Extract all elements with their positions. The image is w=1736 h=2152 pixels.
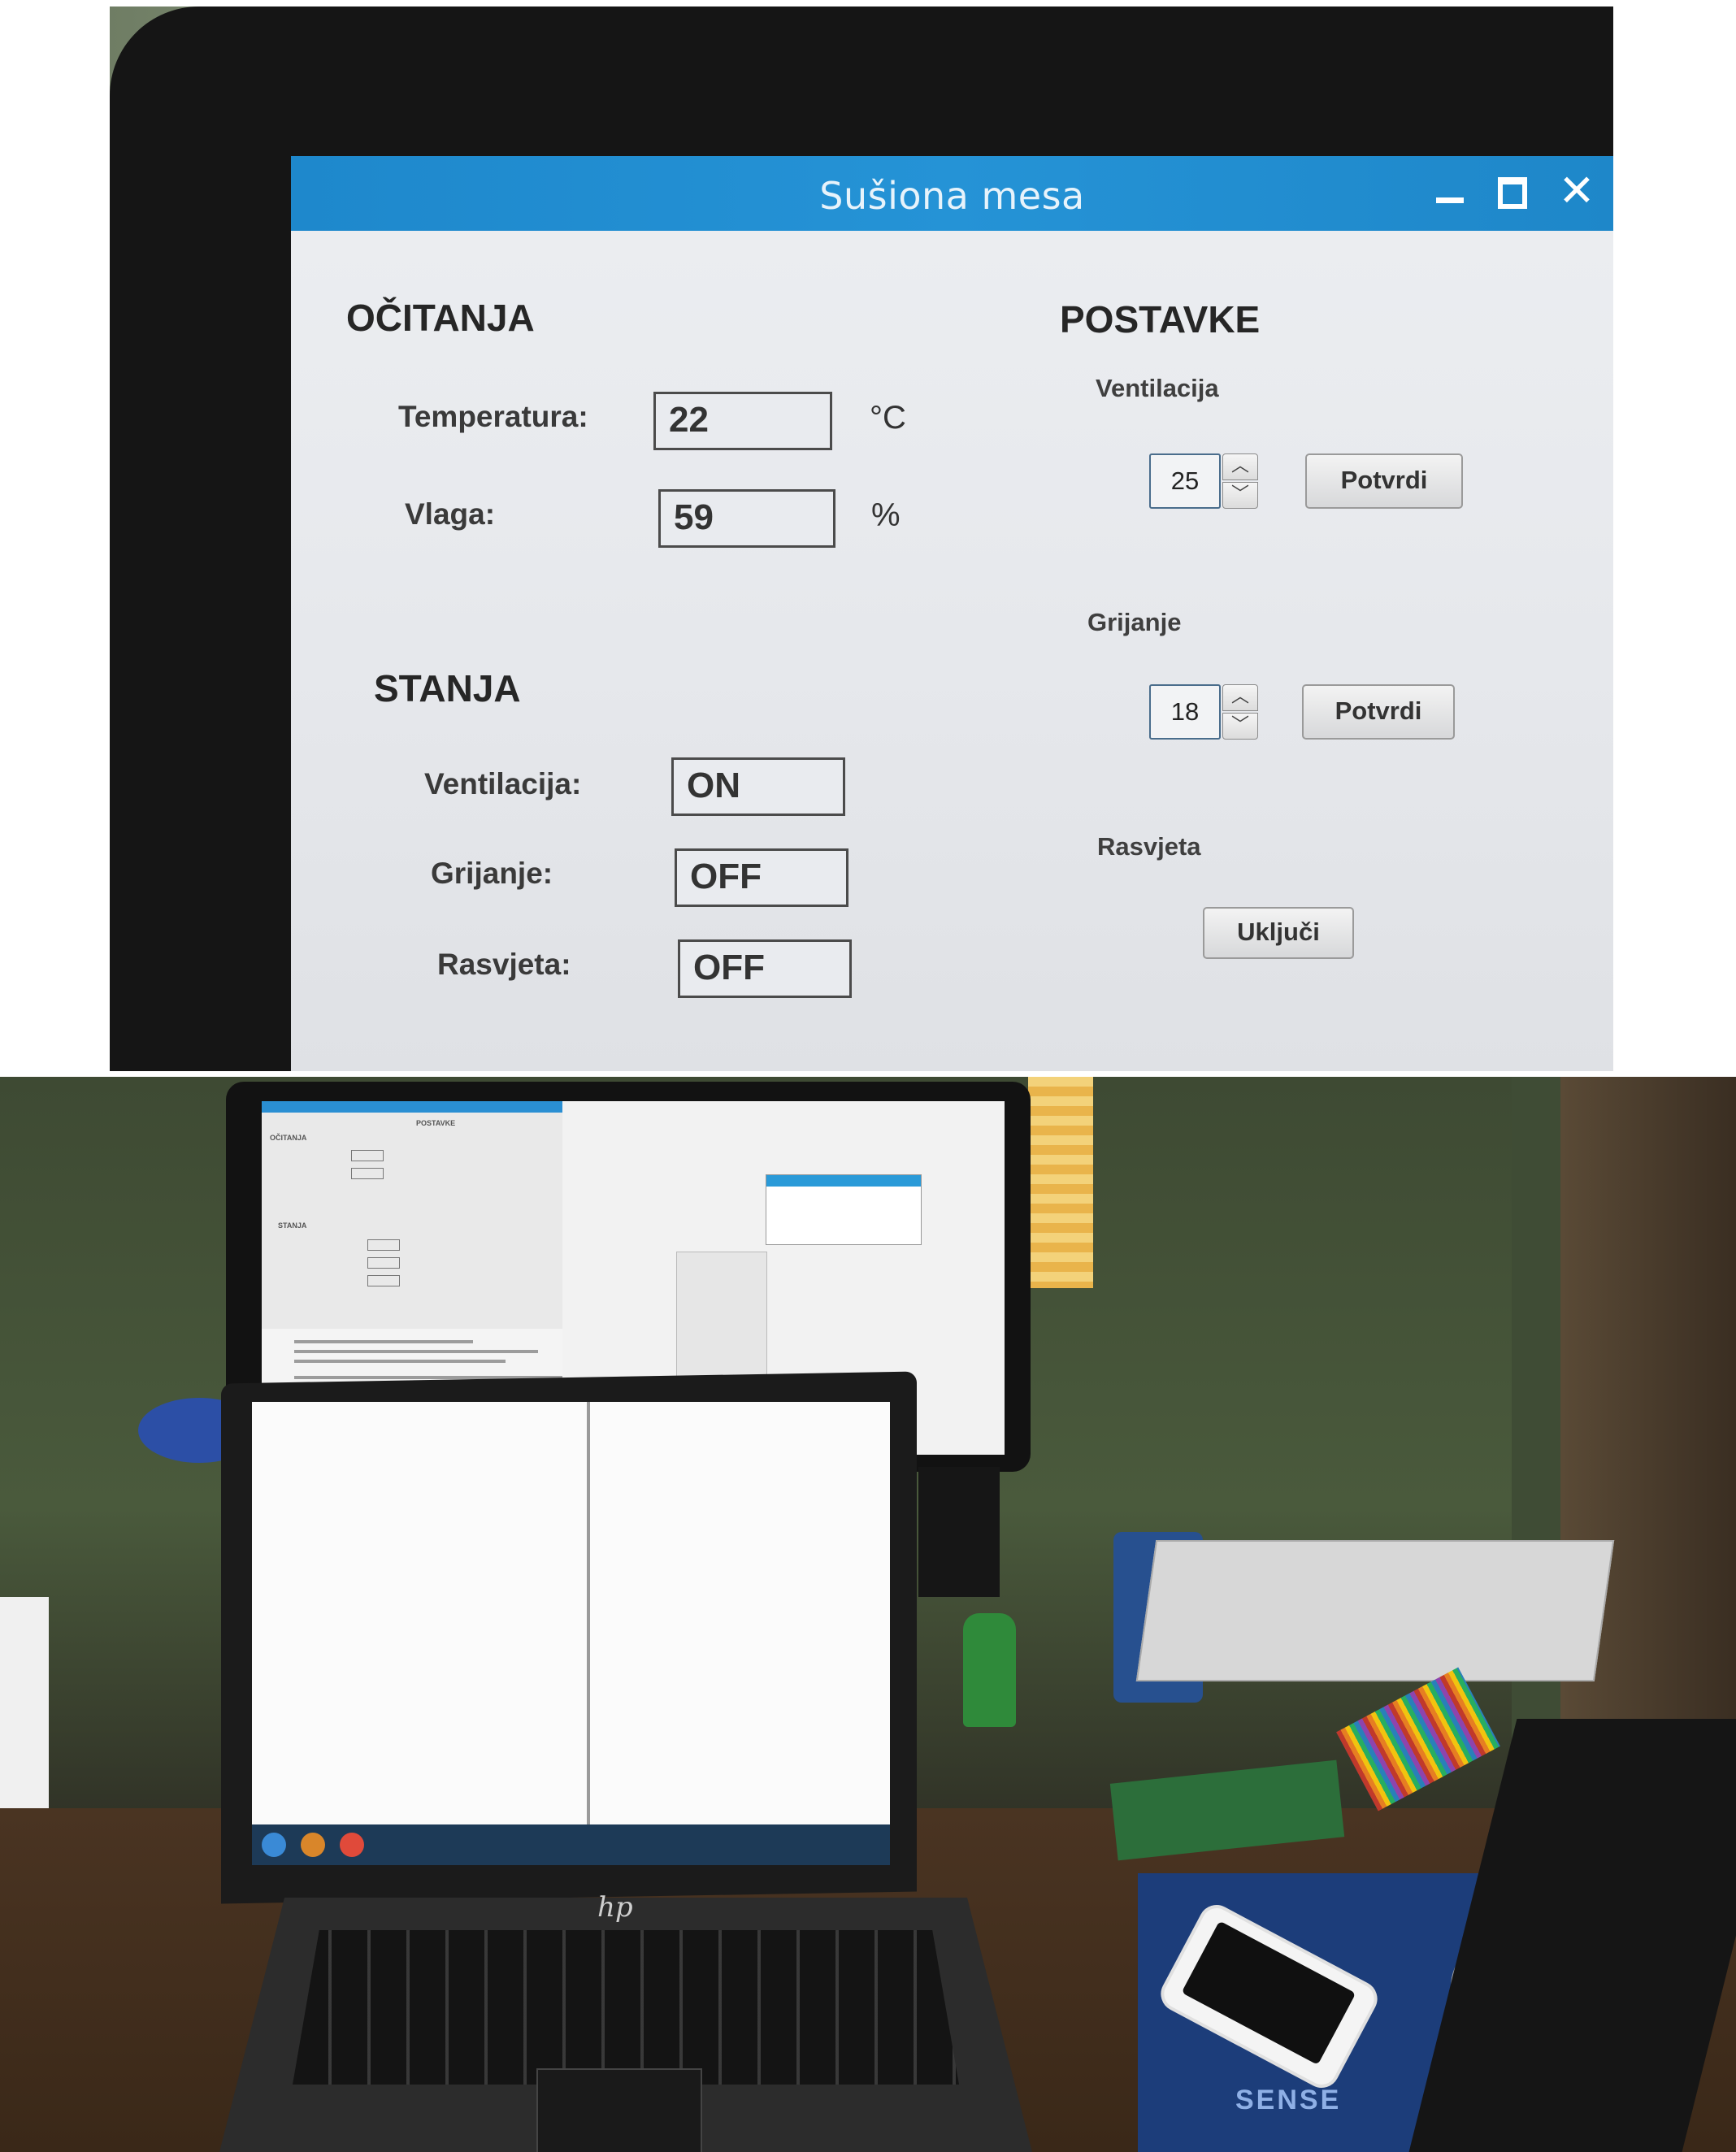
laptop-brand-logo: hp — [597, 1891, 633, 1924]
temperature-unit: °C — [870, 400, 906, 436]
wall-calendar — [1028, 1077, 1093, 1288]
humidity-unit: % — [871, 497, 901, 533]
touchpad — [536, 2068, 702, 2152]
readings-heading: OČITANJA — [346, 297, 535, 339]
states-heading: STANJA — [374, 667, 521, 709]
spin-down-arrow-icon[interactable]: ﹀ — [1222, 713, 1258, 740]
back-states-heading: STANJA — [278, 1221, 307, 1230]
spin-down-arrow-icon[interactable]: ﹀ — [1222, 482, 1258, 509]
back-value-box — [367, 1257, 400, 1269]
laptop-screen — [252, 1402, 890, 1865]
ventilation-setting-label: Ventilacija — [1096, 374, 1219, 402]
heating-state-label: Grijanje: — [431, 857, 553, 890]
heating-setpoint-input[interactable]: 18 — [1149, 684, 1221, 740]
heating-setting-label: Grijanje — [1087, 608, 1182, 636]
back-dialog — [766, 1174, 922, 1245]
humidity-label: Vlaga: — [405, 497, 496, 531]
app-window: Sušiona mesa ✕ OČITANJA Temperatura: 22 … — [291, 156, 1613, 1071]
window-divider — [587, 1402, 590, 1865]
laptop-keyboard — [293, 1930, 959, 2085]
spin-up-arrow-icon[interactable]: ︿ — [1222, 684, 1258, 711]
heating-state-value: OFF — [675, 848, 848, 907]
settings-heading: POSTAVKE — [1060, 298, 1261, 341]
bottle — [963, 1613, 1016, 1727]
ribbon-cable — [1336, 1667, 1500, 1811]
mousepad-brand: SENSE — [1235, 2085, 1342, 2115]
back-value-box — [367, 1275, 400, 1286]
ventilation-setpoint-input[interactable]: 25 — [1149, 453, 1221, 509]
close-icon[interactable]: ✕ — [1558, 169, 1595, 213]
spin-up-arrow-icon[interactable]: ︿ — [1222, 453, 1258, 480]
start-icon — [262, 1833, 286, 1857]
mug — [0, 1597, 49, 1808]
lighting-setting-label: Rasvjeta — [1097, 832, 1201, 861]
folder-icon — [301, 1833, 325, 1857]
temperature-label: Temperatura: — [398, 400, 588, 433]
lighting-toggle-button[interactable]: Uključi — [1203, 907, 1354, 959]
breadboard — [1135, 1540, 1615, 1681]
lighting-state-label: Rasvjeta: — [437, 948, 571, 981]
back-readings-heading: OČITANJA — [270, 1134, 307, 1142]
ventilation-state-value: ON — [671, 757, 845, 816]
taskbar — [252, 1824, 890, 1865]
browser-icon — [340, 1833, 364, 1857]
maximize-icon[interactable] — [1492, 172, 1530, 210]
back-app-title-bar — [262, 1101, 562, 1113]
ventilation-confirm-button[interactable]: Potvrdi — [1305, 453, 1463, 509]
window-title: Sušiona mesa — [819, 174, 1085, 218]
back-value-box — [351, 1168, 384, 1179]
back-settings-heading: POSTAVKE — [416, 1119, 456, 1127]
back-dialog-title-bar — [766, 1175, 921, 1187]
lighting-state-value: OFF — [678, 939, 852, 998]
heating-confirm-button[interactable]: Potvrdi — [1302, 684, 1455, 740]
humidity-value: 59 — [658, 489, 835, 548]
heating-spinner[interactable]: 18 ︿ ﹀ — [1149, 684, 1263, 740]
desk-photo: OČITANJA POSTAVKE STANJA hp SENSE — [0, 1077, 1736, 2152]
ventilation-spinner[interactable]: 25 ︿ ﹀ — [1149, 453, 1263, 509]
minimize-icon[interactable] — [1431, 172, 1469, 210]
monitor-stand — [918, 1467, 1000, 1597]
back-app-window: OČITANJA POSTAVKE STANJA — [262, 1101, 563, 1329]
monitor-photo: Sušiona mesa ✕ OČITANJA Temperatura: 22 … — [0, 0, 1736, 1077]
back-value-box — [351, 1150, 384, 1161]
back-value-box — [367, 1239, 400, 1251]
title-bar[interactable]: Sušiona mesa ✕ — [291, 156, 1613, 231]
ventilation-state-label: Ventilacija: — [424, 767, 582, 800]
temperature-value: 22 — [653, 392, 832, 450]
